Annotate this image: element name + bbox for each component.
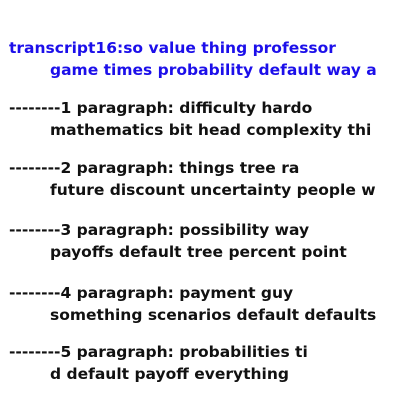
paragraph-1-keywords: mathematics bit head complexity thi [50,121,372,139]
paragraph-2: --------2 paragraph: things tree ra futu… [9,157,376,201]
paragraph-1: --------1 paragraph: difficulty hardo ma… [9,97,371,141]
paragraph-1-heading: --------1 paragraph: difficulty hardo [9,99,313,117]
transcript-page: transcript16:so value thing professor ga… [0,0,400,400]
paragraph-2-keywords: future discount uncertainty people w [50,181,376,199]
paragraph-3-keywords: payoffs default tree percent point [50,243,347,261]
paragraph-3: --------3 paragraph: possibility way pay… [9,219,347,263]
paragraph-5-keywords: d default payoff everything [50,365,290,383]
transcript-title: transcript16:so value thing professor [9,39,336,57]
paragraph-5-heading: --------5 paragraph: probabilities ti [9,343,308,361]
paragraph-4: --------4 paragraph: payment guy somethi… [9,282,376,326]
paragraph-4-keywords: something scenarios default defaults [50,306,377,324]
paragraph-2-heading: --------2 paragraph: things tree ra [9,159,300,177]
transcript-keywords: game times probability default way a [50,61,377,79]
paragraph-3-heading: --------3 paragraph: possibility way [9,221,310,239]
paragraph-5: --------5 paragraph: probabilities ti d … [9,341,308,385]
transcript-header: transcript16:so value thing professor ga… [9,37,377,81]
paragraph-4-heading: --------4 paragraph: payment guy [9,284,294,302]
